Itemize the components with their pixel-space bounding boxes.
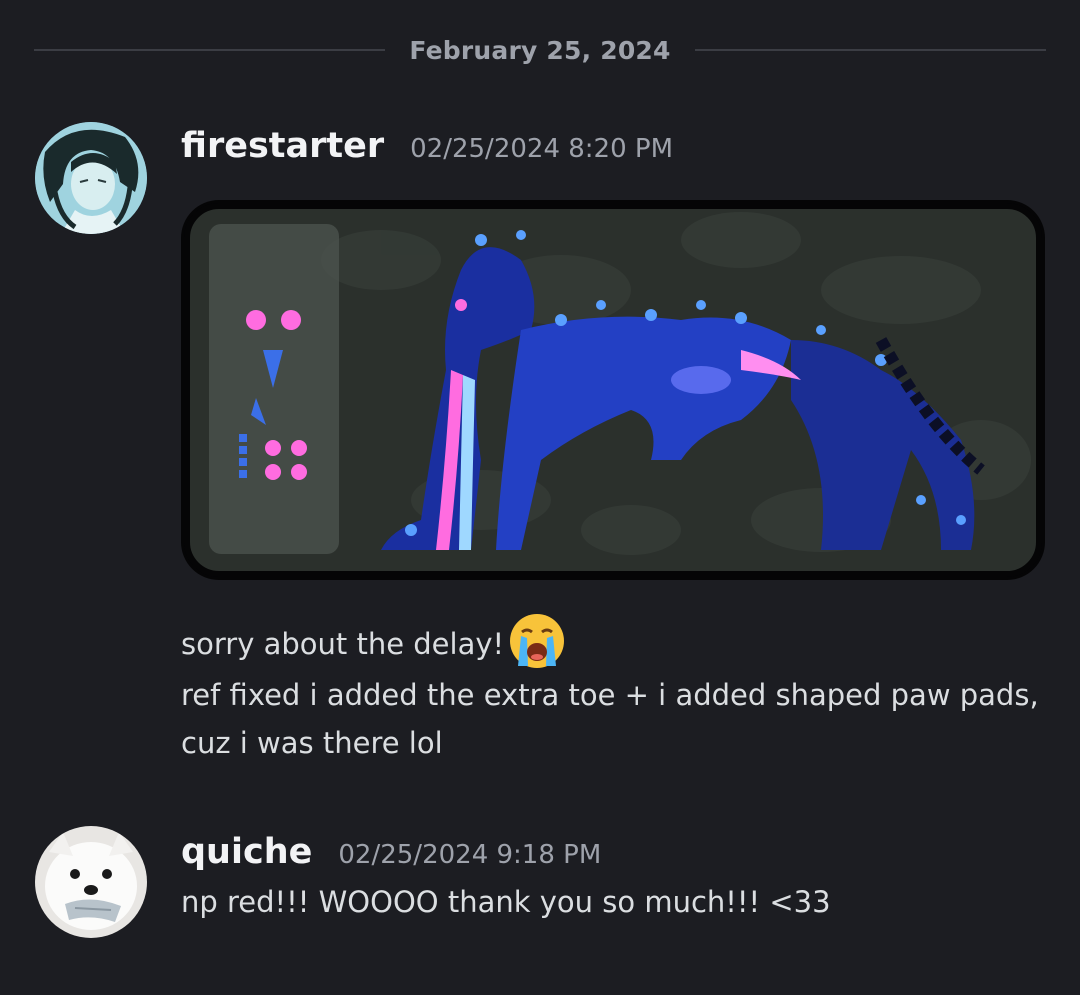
username[interactable]: firestarter [181,126,384,166]
message-header-1: firestarter 02/25/2024 8:20 PM [181,126,673,166]
username[interactable]: quiche [181,832,312,872]
timestamp: 02/25/2024 8:20 PM [410,134,674,164]
character-reference-sheet-image-icon [184,203,1042,577]
chat-view: February 25, 2024 firestarter 02/25/2024… [0,0,1080,995]
date-divider: February 25, 2024 [34,20,1046,80]
divider-line-right [694,49,1046,51]
divider-line-left [34,49,386,51]
image-attachment[interactable] [181,200,1045,580]
message-text: np red!!! WOOOO thank you so much!!! <33 [181,885,831,919]
anime-portrait-avatar-icon [35,122,147,234]
message-line: sorry about the delay! [181,612,566,670]
loudly-crying-face-icon [508,612,566,670]
message-text: ref fixed i added the extra toe + i adde… [181,678,1039,712]
white-dog-avatar-icon [35,826,147,938]
timestamp: 02/25/2024 9:18 PM [338,840,602,870]
avatar-quiche[interactable] [35,826,147,938]
message-header-2: quiche 02/25/2024 9:18 PM [181,832,601,872]
message-text: cuz i was there lol [181,726,443,760]
message-text: sorry about the delay! [181,627,505,661]
avatar-firestarter[interactable] [35,122,147,234]
divider-date: February 25, 2024 [409,35,671,65]
